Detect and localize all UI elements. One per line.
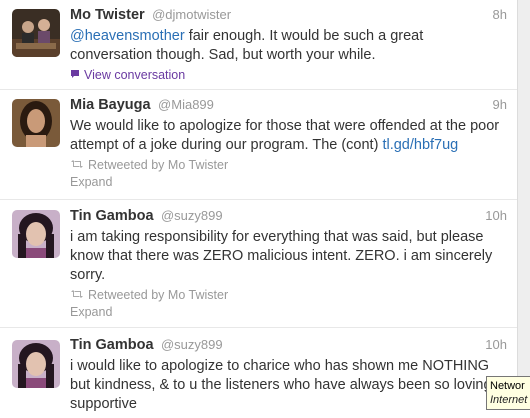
view-conversation-label: View conversation	[84, 68, 186, 82]
tweet-timestamp[interactable]: 8h	[493, 7, 507, 22]
tooltip-subtitle: Internet	[490, 394, 528, 406]
user-fullname[interactable]: Tin Gamboa	[70, 337, 154, 353]
view-conversation-link[interactable]: View conversation	[70, 67, 507, 84]
tweet-timestamp[interactable]: 10h	[485, 208, 507, 223]
tweet-text: We would like to apologize for those tha…	[70, 117, 507, 155]
avatar[interactable]	[12, 210, 60, 258]
tweet-link[interactable]: tl.gd/hbf7ug	[382, 137, 458, 153]
retweet-icon	[70, 287, 84, 304]
tooltip-title: Networ	[490, 380, 525, 392]
user-fullname[interactable]: Mo Twister	[70, 7, 145, 23]
user-fullname[interactable]: Tin Gamboa	[70, 208, 154, 224]
tweet-timestamp[interactable]: 9h	[493, 97, 507, 112]
tweet-item[interactable]: Mo Twister @djmotwister 8h @heavensmothe…	[0, 0, 517, 90]
tweet-item[interactable]: Tin Gamboa @suzy899 10h i am taking resp…	[0, 200, 517, 328]
retweeted-by-label: Retweeted by Mo Twister	[88, 288, 229, 302]
speech-bubble-icon	[70, 67, 80, 84]
tweet-text: i am taking responsibility for everythin…	[70, 229, 493, 283]
user-handle[interactable]: @suzy899	[161, 337, 223, 352]
tweet-item[interactable]: Mia Bayuga @Mia899 9h We would like to a…	[0, 90, 517, 200]
user-handle[interactable]: @Mia899	[158, 97, 214, 112]
tooltip: Networ Internet	[486, 376, 530, 410]
vertical-scrollbar[interactable]	[517, 0, 530, 409]
retweeted-by-label: Retweeted by Mo Twister	[88, 158, 229, 172]
avatar[interactable]	[12, 99, 60, 147]
retweet-icon	[70, 157, 84, 174]
expand-link[interactable]: Expand	[70, 304, 507, 321]
retweeted-by: Retweeted by Mo Twister	[70, 287, 507, 304]
avatar[interactable]	[12, 340, 60, 388]
tweet-item[interactable]: Tin Gamboa @suzy899 10h i would like to …	[0, 328, 517, 418]
timeline: Mo Twister @djmotwister 8h @heavensmothe…	[0, 0, 517, 418]
avatar[interactable]	[12, 9, 60, 57]
user-fullname[interactable]: Mia Bayuga	[70, 97, 151, 113]
tweet-text: i would like to apologize to charice who…	[70, 358, 506, 412]
expand-link[interactable]: Expand	[70, 174, 507, 191]
retweeted-by: Retweeted by Mo Twister	[70, 157, 507, 174]
user-handle[interactable]: @djmotwister	[152, 7, 231, 22]
tweet-timestamp[interactable]: 10h	[485, 337, 507, 352]
mention-link[interactable]: @heavensmother	[70, 28, 185, 44]
tweet-text: @heavensmother fair enough. It would be …	[70, 27, 507, 65]
user-handle[interactable]: @suzy899	[161, 208, 223, 223]
